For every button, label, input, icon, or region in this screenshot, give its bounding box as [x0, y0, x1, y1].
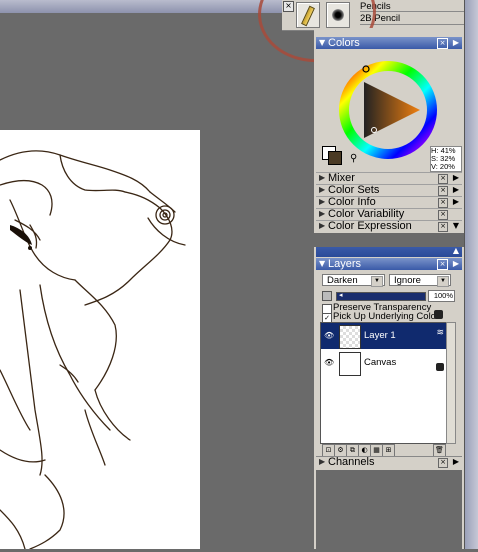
- scroll-down-arrow-icon[interactable]: ▼: [453, 221, 459, 230]
- color-expression-panel-title: Color Expression: [328, 220, 412, 232]
- close-icon[interactable]: ×: [438, 186, 448, 196]
- divider: [360, 11, 472, 12]
- scroll-up-arrow-icon[interactable]: ▲: [453, 246, 459, 255]
- hsv-readout: H: 41% S: 32% V: 20%: [430, 146, 462, 172]
- chevron-down-icon: ▼: [371, 276, 383, 287]
- empty-panel-area: [316, 470, 462, 549]
- color-sets-panel-header[interactable]: ▶ Color Sets × ▶: [316, 184, 462, 196]
- collapse-triangle-icon[interactable]: ▼: [319, 258, 325, 270]
- opacity-field[interactable]: 100%: [428, 290, 455, 302]
- opacity-slider[interactable]: ◂: [336, 291, 426, 301]
- main-color-swatch[interactable]: [328, 151, 342, 165]
- pick-up-underlying-color-label: Pick Up Underlying Color: [333, 311, 440, 322]
- expand-triangle-icon[interactable]: ▶: [319, 197, 325, 206]
- right-scroll-edge[interactable]: [464, 0, 478, 549]
- close-icon[interactable]: ×: [438, 174, 448, 184]
- color-variability-panel-header[interactable]: ▶ Color Variability ×: [316, 208, 462, 220]
- panel-menu-arrow-icon[interactable]: ▶: [453, 197, 459, 206]
- divider: [360, 24, 472, 25]
- expand-triangle-icon[interactable]: ▶: [319, 457, 325, 466]
- channels-panel-title: Channels: [328, 456, 375, 468]
- layer-row-layer-1[interactable]: 👁 Layer 1 ≋: [321, 323, 447, 349]
- composite-depth-value: Ignore: [394, 275, 421, 286]
- layer-thumbnail: [339, 325, 361, 349]
- layer-list-scrollbar[interactable]: [446, 322, 456, 444]
- panel-menu-arrow-icon[interactable]: ▶: [453, 457, 459, 466]
- color-info-panel-title: Color Info: [328, 196, 376, 208]
- composite-method-value: Darken: [327, 275, 358, 286]
- panel-menu-arrow-icon[interactable]: ▶: [453, 258, 459, 270]
- eye-icon[interactable]: 👁: [324, 331, 334, 340]
- layer-row-canvas[interactable]: 👁 Canvas: [321, 350, 447, 376]
- layer-stack-icon: ≋: [436, 328, 444, 338]
- composite-depth-select[interactable]: Ignore ▼: [389, 274, 451, 287]
- channels-panel-header[interactable]: ▶ Channels × ▶: [316, 456, 462, 469]
- chevron-down-icon: ▼: [437, 276, 449, 287]
- colors-panel-title: Colors: [328, 37, 360, 49]
- layer-name: Canvas: [364, 357, 397, 368]
- layer-list: 👁 Layer 1 ≋ 👁 Canvas: [320, 322, 448, 444]
- panel-gap: [314, 233, 464, 247]
- close-icon[interactable]: ×: [437, 38, 448, 49]
- mixer-panel-title: Mixer: [328, 172, 355, 184]
- slider-thumb-icon[interactable]: ◂: [339, 291, 343, 299]
- expand-triangle-icon[interactable]: ▶: [319, 221, 325, 230]
- lock-icon[interactable]: [434, 310, 443, 319]
- layers-panel-header[interactable]: ▼ Layers × ▶: [316, 258, 462, 270]
- drawing-canvas[interactable]: [0, 130, 200, 550]
- layer-thumbnail: [339, 352, 361, 376]
- color-info-panel-header[interactable]: ▶ Color Info × ▶: [316, 196, 462, 208]
- collapse-triangle-icon[interactable]: ▼: [319, 37, 325, 49]
- color-clone-icon[interactable]: ⚲: [350, 153, 357, 164]
- panel-menu-arrow-icon[interactable]: ▶: [453, 173, 459, 182]
- color-sets-panel-title: Color Sets: [328, 184, 380, 196]
- composite-method-select[interactable]: Darken ▼: [322, 274, 385, 287]
- layer-lock-icon[interactable]: [322, 291, 332, 301]
- close-icon[interactable]: ×: [438, 198, 448, 208]
- close-icon[interactable]: ×: [437, 259, 448, 270]
- window-title-strip: [0, 0, 282, 13]
- color-expression-panel-header[interactable]: ▶ Color Expression × ▼: [316, 220, 462, 232]
- lock-icon[interactable]: [436, 363, 444, 371]
- panel-menu-arrow-icon[interactable]: ▶: [453, 37, 459, 49]
- close-icon[interactable]: ×: [438, 210, 448, 220]
- close-icon[interactable]: ×: [438, 458, 448, 468]
- eye-icon[interactable]: 👁: [324, 358, 334, 367]
- color-variability-panel-title: Color Variability: [328, 208, 405, 220]
- layers-group-titlebar[interactable]: ▲: [316, 246, 462, 257]
- expand-triangle-icon[interactable]: ▶: [319, 173, 325, 182]
- panel-menu-arrow-icon[interactable]: ▶: [453, 185, 459, 194]
- value-value: V: 20%: [431, 162, 455, 171]
- layers-panel-title: Layers: [328, 258, 362, 270]
- mixer-panel-header[interactable]: ▶ Mixer × ▶: [316, 172, 462, 184]
- expand-triangle-icon[interactable]: ▶: [319, 209, 325, 218]
- close-icon[interactable]: ×: [438, 222, 448, 232]
- layer-name: Layer 1: [364, 330, 396, 341]
- expand-triangle-icon[interactable]: ▶: [319, 185, 325, 194]
- color-wheel-panel: ⚲ H: 41% S: 32% V: 20%: [316, 50, 462, 172]
- sketch-drawing: [0, 150, 186, 550]
- colors-panel-header[interactable]: ▼ Colors × ▶: [316, 37, 462, 49]
- color-wheel[interactable]: [338, 60, 438, 160]
